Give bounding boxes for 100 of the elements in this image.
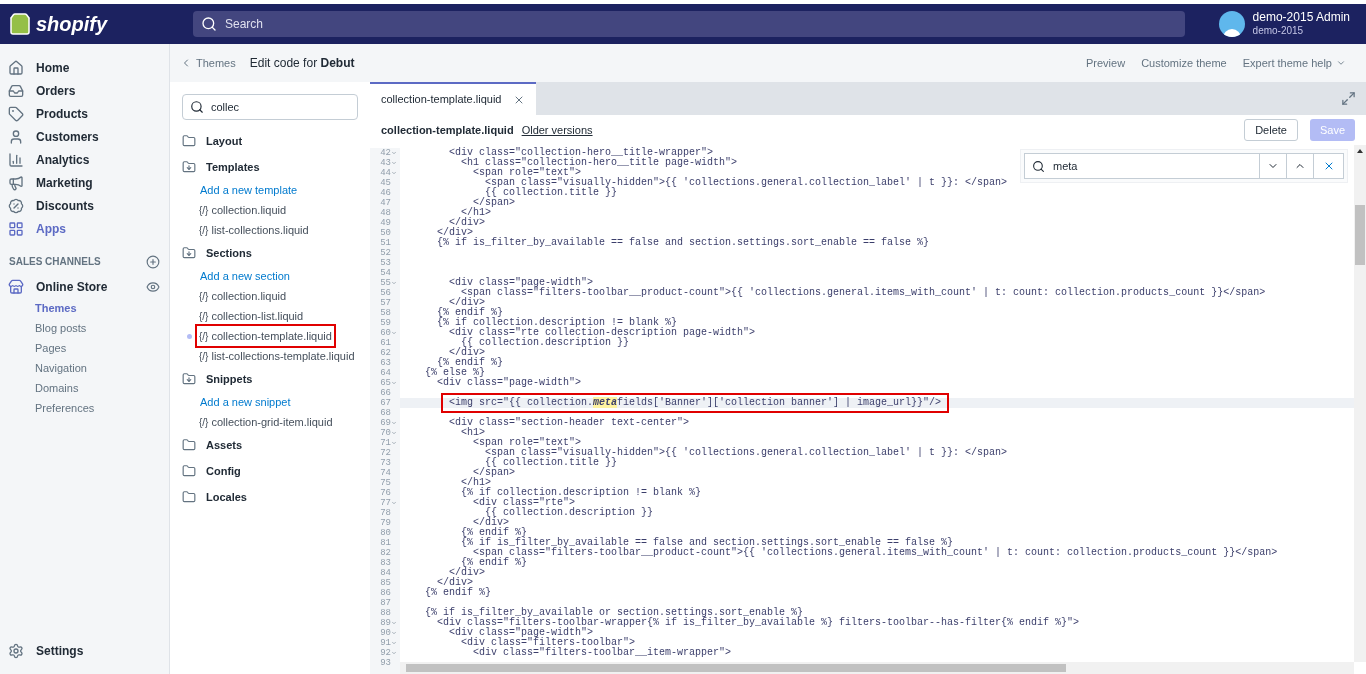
line-number: 66 bbox=[380, 388, 391, 398]
previous-match-button[interactable] bbox=[1287, 153, 1314, 179]
file-item[interactable]: {/} collection.liquid bbox=[197, 286, 289, 306]
file-item[interactable]: {/} collection-list.liquid bbox=[197, 306, 306, 326]
code-line: <div class="rte"> bbox=[472, 498, 576, 508]
file-name: collection-template.liquid bbox=[211, 328, 332, 344]
add-file-link[interactable]: Add a new snippet bbox=[200, 392, 358, 412]
nav-item[interactable]: Orders bbox=[0, 79, 169, 102]
line-number: 63 bbox=[380, 358, 391, 368]
fold-caret-icon[interactable] bbox=[391, 500, 397, 506]
older-versions-link[interactable]: Older versions bbox=[521, 121, 593, 139]
code-line: <div class="page-width"> bbox=[448, 278, 594, 288]
header-action[interactable]: Expert theme help bbox=[1242, 54, 1346, 72]
fold-caret-icon[interactable] bbox=[391, 280, 397, 286]
search-icon bbox=[190, 100, 204, 114]
nav-subitem[interactable]: Themes bbox=[0, 298, 169, 318]
code-line: <h1 class="collection-hero__title page-width"> bbox=[460, 158, 738, 168]
close-find-button[interactable] bbox=[1314, 153, 1344, 179]
code-line: {{ collection.description }} bbox=[484, 508, 654, 518]
folder-item[interactable]: Locales bbox=[182, 484, 358, 510]
line-number: 91 bbox=[380, 638, 391, 648]
action-button[interactable]: Delete bbox=[1244, 119, 1298, 141]
fold-caret-icon[interactable] bbox=[391, 170, 397, 176]
fold-caret-icon[interactable] bbox=[391, 630, 397, 636]
fold-caret-icon[interactable] bbox=[391, 640, 397, 646]
vertical-scrollbar[interactable] bbox=[1354, 145, 1366, 662]
line-number: 73 bbox=[380, 458, 391, 468]
code-line: </span> bbox=[472, 468, 516, 478]
fold-caret-icon[interactable] bbox=[391, 330, 397, 336]
file-item[interactable]: {/} list-collections.liquid bbox=[197, 220, 311, 240]
folder-item[interactable]: Layout bbox=[182, 128, 358, 154]
eye-icon[interactable] bbox=[146, 279, 160, 294]
code-line: {% endif %} bbox=[424, 588, 491, 598]
horizontal-scrollbar[interactable] bbox=[400, 662, 1354, 674]
line-number: 43 bbox=[380, 158, 391, 168]
fold-caret-icon[interactable] bbox=[391, 430, 397, 436]
folder-item[interactable]: Templates bbox=[182, 154, 358, 180]
code-line: {% if is_filter_by_available == false and section.settings.sort_enable == false %} bbox=[436, 238, 930, 248]
nav-item[interactable]: Online Store bbox=[0, 275, 116, 298]
folder-arrow-icon bbox=[182, 246, 196, 260]
fold-caret-icon[interactable] bbox=[391, 420, 397, 426]
line-number: 44 bbox=[380, 168, 391, 178]
back-link[interactable]: Themes bbox=[180, 54, 236, 72]
folder-icon bbox=[182, 134, 196, 148]
avatar[interactable] bbox=[1218, 11, 1245, 37]
nav-subitem[interactable]: Navigation bbox=[0, 358, 169, 378]
line-number: 50 bbox=[380, 228, 391, 238]
folder-arrow-icon bbox=[182, 160, 196, 174]
account-name: demo-2015 Admin bbox=[1252, 10, 1350, 26]
code-line: <span class="visually-hidden">{{ 'collections.general.collection_label' | t }}: </span> bbox=[485, 448, 1008, 458]
nav-subitem[interactable]: Blog posts bbox=[0, 318, 169, 338]
folder-item[interactable]: Assets bbox=[182, 432, 358, 458]
fold-caret-icon[interactable] bbox=[391, 620, 397, 626]
line-number: 60 bbox=[380, 328, 391, 338]
fold-caret-icon[interactable] bbox=[391, 440, 397, 446]
fold-caret-icon[interactable] bbox=[391, 160, 397, 166]
header-action[interactable]: Preview bbox=[1086, 54, 1126, 72]
file-item[interactable]: {/} collection-grid-item.liquid bbox=[197, 412, 335, 432]
settings-icon bbox=[8, 642, 24, 659]
nav-item[interactable]: Marketing bbox=[0, 171, 169, 194]
nav-subitem[interactable]: Pages bbox=[0, 338, 169, 358]
add-file-link[interactable]: Add a new section bbox=[200, 266, 358, 286]
store-name: demo-2015 bbox=[1252, 25, 1305, 38]
next-match-button[interactable] bbox=[1260, 153, 1287, 179]
file-item[interactable]: {/} collection.liquid bbox=[197, 200, 289, 220]
line-number: 72 bbox=[380, 448, 391, 458]
search-field[interactable]: Search bbox=[193, 11, 1185, 37]
fold-caret-icon[interactable] bbox=[391, 150, 397, 156]
nav-item[interactable]: Home bbox=[0, 56, 169, 79]
file-item[interactable]: {/} list-collections-template.liquid bbox=[197, 346, 357, 366]
add-file-link[interactable]: Add a new template bbox=[200, 180, 358, 200]
liquid-file-glyph: {/} bbox=[199, 203, 209, 218]
nav-item[interactable]: Analytics bbox=[0, 148, 169, 171]
file-search-field[interactable]: collec bbox=[182, 94, 358, 120]
grid-icon bbox=[8, 220, 24, 237]
nav-item[interactable]: Discounts bbox=[0, 194, 169, 217]
find-field[interactable]: meta bbox=[1024, 153, 1260, 179]
folder-item[interactable]: Sections bbox=[182, 240, 358, 266]
logo[interactable]: shopify bbox=[36, 9, 108, 39]
nav-item[interactable]: Settings bbox=[0, 639, 92, 662]
line-number: 47 bbox=[380, 198, 391, 208]
add-icon[interactable] bbox=[146, 254, 160, 269]
fold-caret-icon[interactable] bbox=[391, 650, 397, 656]
file-tab[interactable]: collection-template.liquid bbox=[370, 82, 537, 115]
header-action[interactable]: Customize theme bbox=[1141, 54, 1227, 72]
fold-caret-icon[interactable] bbox=[391, 380, 397, 386]
nav-item[interactable]: Customers bbox=[0, 125, 169, 148]
nav-item[interactable]: Apps bbox=[0, 217, 169, 240]
code-line: </div> bbox=[449, 298, 485, 308]
nav-subitem[interactable]: Domains bbox=[0, 378, 169, 398]
nav-item[interactable]: Products bbox=[0, 102, 169, 125]
expand-icon[interactable] bbox=[1341, 91, 1356, 106]
line-number: 67 bbox=[380, 398, 391, 408]
line-number: 58 bbox=[380, 308, 391, 318]
code-text: <img src="{{ collection. bbox=[449, 397, 594, 408]
nav-subitem[interactable]: Preferences bbox=[0, 398, 169, 418]
code-line: {% if collection.description != blank %} bbox=[436, 318, 678, 328]
folder-item[interactable]: Config bbox=[182, 458, 358, 484]
folder-item[interactable]: Snippets bbox=[182, 366, 358, 392]
file-item[interactable]: {/} collection-template.liquid bbox=[197, 326, 334, 346]
